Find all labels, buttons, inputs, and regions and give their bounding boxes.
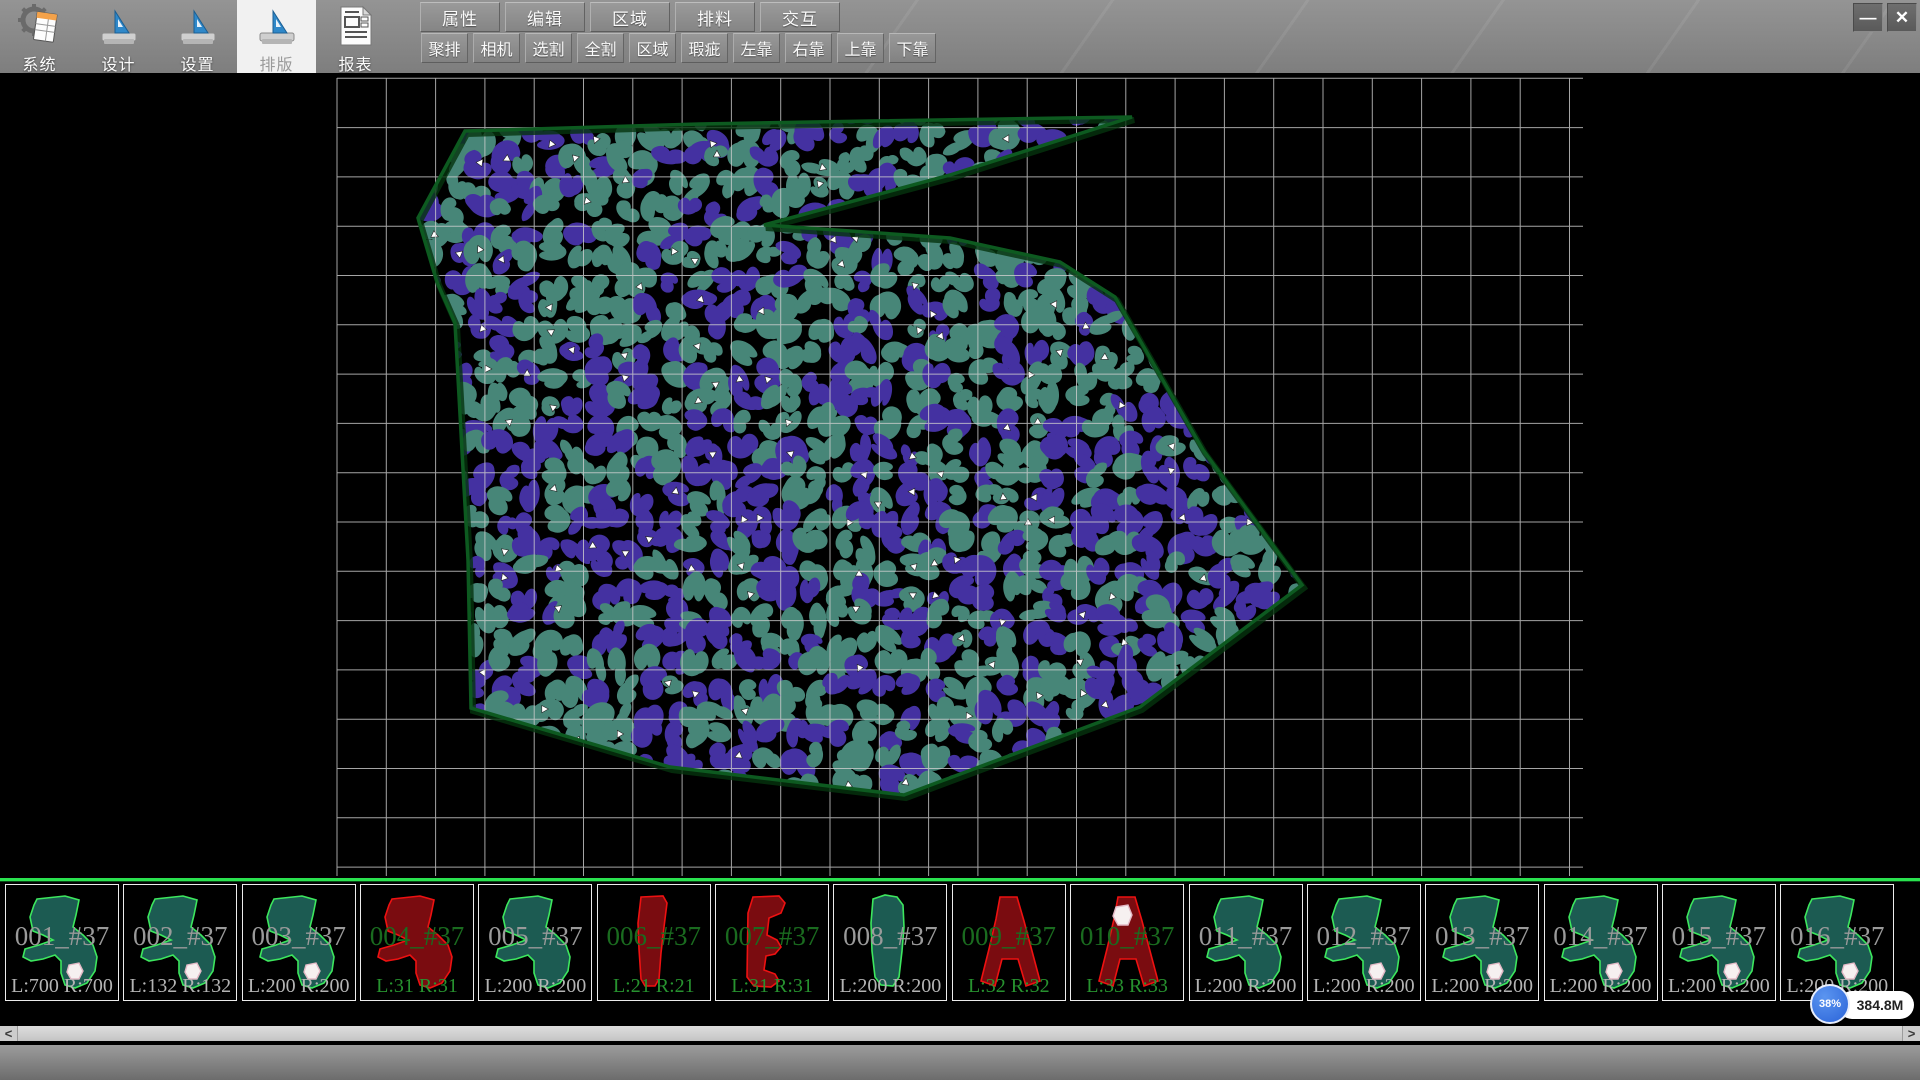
nav-icon-4[interactable]: 排版 [237,0,316,73]
nav-icon-bar: 系统 设计 设置 排版 报表 [0,0,395,73]
part-count-label: L:32 R:32 [953,975,1065,998]
nav-icon-label: 设置 [180,51,214,75]
part-id-label: 015_#37 [1663,921,1775,952]
part-id-label: 014_#37 [1545,921,1657,952]
tool-button-1[interactable]: 聚排 [421,33,468,63]
part-count-label: L:200 R:200 [1426,975,1538,998]
part-id-label: 001_#37 [6,921,118,952]
part-id-label: 013_#37 [1426,921,1538,952]
part-count-label: L:200 R:200 [1545,975,1657,998]
part-id-label: 008_#37 [834,921,946,952]
menu-button-4[interactable]: 排料 [675,2,755,32]
application-window: 系统设计设置排版报表 属性编辑区域排料交互 聚排相机选割全割区域瑕疵左靠右靠上靠… [0,0,1920,1080]
part-count-label: L:700 R:700 [6,975,118,998]
tool-button-5[interactable]: 区域 [629,33,676,63]
menu-bar: 属性编辑区域排料交互 [420,2,845,32]
part-id-label: 003_#37 [243,921,355,952]
window-bottom-edge [0,1045,1920,1080]
part-count-label: L:200 R:200 [243,975,355,998]
nesting-canvas[interactable] [0,73,1920,878]
part-thumbnail[interactable]: 015_#37 L:200 R:200 [1662,884,1776,1001]
nav-icon-3[interactable]: 设置 [158,0,237,73]
nav-icon-label: 设计 [101,51,135,75]
nav-icon-label: 排版 [259,51,293,75]
nesting-ruler-icon [254,3,300,49]
part-thumbnail[interactable]: 009_#37 L:32 R:32 [952,884,1066,1001]
part-count-label: L:132 R:132 [124,975,236,998]
part-id-label: 007_#37 [716,921,828,952]
part-id-label: 009_#37 [953,921,1065,952]
tool-button-bar: 聚排相机选割全割区域瑕疵左靠右靠上靠下靠 [421,33,941,63]
parts-strip: 001_#37 L:700 R:700 002_#37 L:132 R:132 003_… [0,878,1920,1080]
scroll-left-arrow[interactable]: < [0,1026,18,1041]
part-id-label: 006_#37 [598,921,710,952]
part-thumbnail[interactable]: 008_#37 L:200 R:200 [833,884,947,1001]
window-controls: — ✕ [1849,3,1917,32]
horizontal-scrollbar[interactable]: < > [0,1026,1920,1041]
part-thumbnail[interactable]: 004_#37 L:31 R:31 [360,884,474,1001]
scroll-right-arrow[interactable]: > [1902,1026,1920,1041]
tool-button-4[interactable]: 全割 [577,33,624,63]
nav-icon-label: 系统 [22,51,56,75]
nav-icon-5[interactable]: 报表 [316,0,395,73]
part-thumbnail-list: 001_#37 L:700 R:700 002_#37 L:132 R:132 003_… [0,884,1920,1001]
part-id-label: 005_#37 [479,921,591,952]
part-thumbnail[interactable]: 013_#37 L:200 R:200 [1425,884,1539,1001]
part-id-label: 002_#37 [124,921,236,952]
part-thumbnail[interactable]: 002_#37 L:132 R:132 [123,884,237,1001]
tool-button-9[interactable]: 上靠 [837,33,884,63]
part-thumbnail[interactable]: 007_#37 L:31 R:31 [715,884,829,1001]
nested-pieces-texture [397,87,1317,820]
nesting-layout-drawing [0,73,1920,878]
report-document-icon [333,3,379,49]
menu-button-2[interactable]: 编辑 [505,2,585,32]
part-id-label: 011_#37 [1190,921,1302,952]
tool-button-3[interactable]: 选割 [525,33,572,63]
part-id-label: 010_#37 [1071,921,1183,952]
part-count-label: L:200 R:200 [834,975,946,998]
tool-button-10[interactable]: 下靠 [889,33,936,63]
part-thumbnail[interactable]: 003_#37 L:200 R:200 [242,884,356,1001]
part-thumbnail[interactable]: 011_#37 L:200 R:200 [1189,884,1303,1001]
part-thumbnail[interactable]: 006_#37 L:21 R:21 [597,884,711,1001]
part-count-label: L:200 R:200 [1663,975,1775,998]
status-indicator: 384.8M 38% [1810,984,1920,1026]
tool-button-6[interactable]: 瑕疵 [681,33,728,63]
part-thumbnail[interactable]: 005_#37 L:200 R:200 [478,884,592,1001]
settings-ruler-icon [175,3,221,49]
strip-top-border [0,878,1920,881]
minimize-button[interactable]: — [1853,3,1883,32]
tool-button-8[interactable]: 右靠 [785,33,832,63]
part-count-label: L:31 R:31 [361,975,473,998]
part-id-label: 016_#37 [1781,921,1893,952]
part-thumbnail[interactable]: 012_#37 L:200 R:200 [1307,884,1421,1001]
part-thumbnail[interactable]: 014_#37 L:200 R:200 [1544,884,1658,1001]
part-thumbnail[interactable]: 010_#37 L:33 R:33 [1070,884,1184,1001]
menu-button-1[interactable]: 属性 [420,2,500,32]
tool-button-7[interactable]: 左靠 [733,33,780,63]
nav-icon-label: 报表 [338,51,372,75]
part-count-label: L:31 R:31 [716,975,828,998]
menu-button-5[interactable]: 交互 [760,2,840,32]
nav-icon-2[interactable]: 设计 [79,0,158,73]
close-button[interactable]: ✕ [1887,3,1917,32]
design-ruler-icon [96,3,142,49]
part-count-label: L:21 R:21 [598,975,710,998]
part-count-label: L:200 R:200 [1190,975,1302,998]
nav-icon-1[interactable]: 系统 [0,0,79,73]
titlebar-texture [830,0,1890,73]
part-id-label: 012_#37 [1308,921,1420,952]
toolbar: 系统设计设置排版报表 属性编辑区域排料交互 聚排相机选割全割区域瑕疵左靠右靠上靠… [0,0,1920,74]
part-thumbnail[interactable]: 001_#37 L:700 R:700 [5,884,119,1001]
part-id-label: 004_#37 [361,921,473,952]
menu-button-3[interactable]: 区域 [590,2,670,32]
system-gear-icon [17,3,63,49]
progress-percent-badge: 38% [1810,984,1850,1024]
part-count-label: L:200 R:200 [1308,975,1420,998]
part-count-label: L:200 R:200 [479,975,591,998]
part-count-label: L:33 R:33 [1071,975,1183,998]
tool-button-2[interactable]: 相机 [473,33,520,63]
